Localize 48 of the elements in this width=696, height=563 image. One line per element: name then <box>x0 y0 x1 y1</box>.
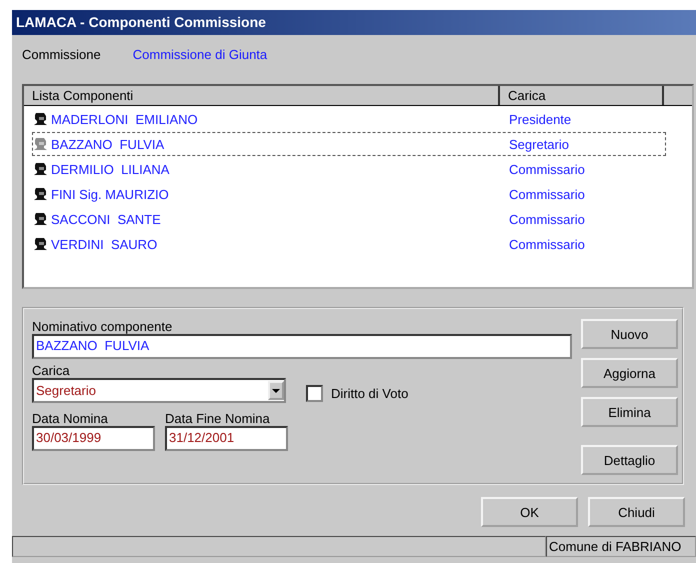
action-button[interactable]: Nuovo <box>581 319 678 349</box>
member-role: Presidente <box>509 112 572 126</box>
member-role: Commissario <box>509 212 585 226</box>
person-icon <box>33 111 49 127</box>
person-icon <box>33 161 49 177</box>
person-icon <box>33 136 49 152</box>
dialog-button[interactable]: Chiudi <box>588 497 685 527</box>
column-header[interactable]: Carica <box>500 86 664 105</box>
caret-icon <box>272 388 280 392</box>
field-label: Data Fine Nomina <box>165 411 271 426</box>
field-label: Data Nomina <box>32 411 109 426</box>
checkbox[interactable] <box>306 385 323 402</box>
input-field[interactable]: BAZZANO FULVIA <box>32 334 572 359</box>
list-row[interactable]: FINI Sig. MAURIZIO Commissario <box>32 182 666 206</box>
status-text: Comune di FABRIANO <box>546 536 696 557</box>
field-label: Carica <box>32 363 71 378</box>
member-name: FINI Sig. MAURIZIO <box>50 186 170 202</box>
list-row[interactable]: MADERLONI EMILIANO Presidente <box>32 107 666 131</box>
list-row[interactable]: VERDINI SAURO Commissario <box>32 232 666 256</box>
action-button[interactable]: Aggiorna <box>581 358 678 388</box>
commission-value: Commissione di Giunta <box>132 47 268 64</box>
field-label: Nominativo componente <box>32 319 174 334</box>
person-icon <box>33 236 49 252</box>
member-name: MADERLONI EMILIANO <box>50 112 199 126</box>
action-button[interactable]: Dettaglio <box>581 445 678 475</box>
window-title: LAMACA - Componenti Commissione <box>12 10 696 35</box>
date-field[interactable]: 31/12/2001 <box>165 426 288 451</box>
dialog-button[interactable]: OK <box>481 497 578 527</box>
member-name: SACCONI SANTE <box>50 212 162 226</box>
date-field[interactable]: 30/03/1999 <box>32 426 155 451</box>
list-row[interactable]: DERMILIO LILIANA Commissario <box>32 157 666 181</box>
dropdown-field[interactable]: Segretario <box>32 378 286 403</box>
member-role: Segretario <box>509 136 569 152</box>
person-icon <box>33 211 49 227</box>
member-role: Commissario <box>509 186 585 202</box>
list-row[interactable]: BAZZANO FULVIA Segretario <box>32 132 666 156</box>
list-row[interactable]: SACCONI SANTE Commissario <box>32 207 666 231</box>
member-role: Commissario <box>509 162 585 176</box>
dropdown-button[interactable] <box>268 381 284 400</box>
checkbox-label: Diritto di Voto <box>331 386 408 401</box>
person-icon <box>33 186 49 202</box>
column-header[interactable]: Lista Componenti <box>24 86 500 105</box>
member-name: VERDINI SAURO <box>50 236 158 252</box>
action-button[interactable]: Elimina <box>581 397 678 427</box>
member-name: BAZZANO FULVIA <box>50 136 166 152</box>
member-role: Commissario <box>509 236 585 252</box>
commission-label: Commissione <box>22 47 101 64</box>
member-name: DERMILIO LILIANA <box>50 162 170 176</box>
